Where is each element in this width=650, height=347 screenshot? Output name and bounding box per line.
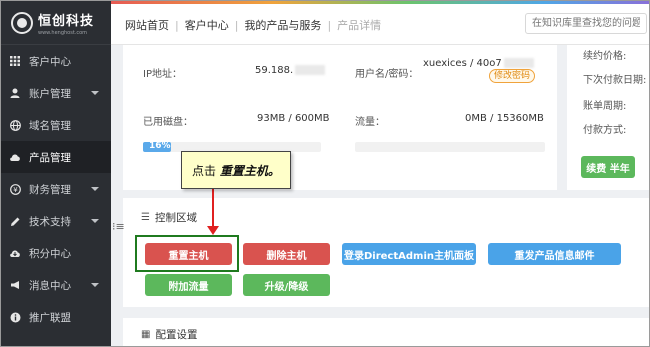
list-handle-icon: ⁝≡ [112,220,125,233]
sidebar-item-label: 账户管理 [29,87,71,100]
callout-arrow-line [212,189,214,229]
account-value-text: xuexices / 40o7 [423,58,502,69]
globe-icon [9,119,21,131]
logo-text: 恒创科技 www.henghost.com [38,10,94,36]
sidebar-item-products[interactable]: 产品管理 [1,141,111,173]
sidebar-item-label: 产品管理 [29,151,71,164]
breadcrumb-customer-center[interactable]: 客户中心 [185,17,229,33]
chevron-down-icon [91,187,99,191]
account-value: xuexices / 40o7 [423,58,534,69]
instruction-callout: 点击 重置主机。 [181,151,291,189]
user-icon [9,87,21,99]
upgrade-downgrade-button[interactable]: 升级/降级 [243,274,330,296]
yen-icon: ¥ [9,183,21,195]
sidebar-item-points[interactable]: 积分中心 [1,237,111,269]
table-icon: ▦ [141,329,151,340]
payment-method-label: 付款方式: [583,125,627,136]
sidebar-item-messages[interactable]: 消息中心 [1,269,111,301]
sidebar-item-customer-center[interactable]: 客户中心 [1,45,111,77]
info-icon [9,311,21,323]
grid-icon [9,55,21,67]
sidebar-item-finance[interactable]: ¥ 财务管理 [1,173,111,205]
control-area-title-text: 控制区域 [154,212,197,224]
traffic-value: 0MB / 15360MB [465,113,544,124]
megaphone-icon [9,279,21,291]
disk-value: 93MB / 600MB [257,113,330,124]
redacted-mask [503,58,534,68]
accent-stripe [111,1,649,4]
search-input[interactable] [525,13,647,34]
pencil-icon [9,215,21,227]
sidebar-item-label: 消息中心 [29,279,71,292]
next-due-label: 下次付款日期: [583,75,647,86]
ip-label: IP地址： [143,69,182,80]
traffic-label: 流量： [355,117,385,128]
renew-button[interactable]: 续费 半年 [581,156,635,178]
disk-label: 已用磁盘： [143,117,193,128]
logo[interactable]: 恒创科技 www.henghost.com [1,1,111,45]
top-bar: 网站首页 | 客户中心 | 我的产品与服务 | 产品详情 [111,1,649,45]
sidebar-item-label: 客户中心 [29,55,71,68]
sidebar-item-label: 推广联盟 [29,311,71,324]
callout-action: 重置主机。 [219,164,280,178]
control-area-title: ☰ 控制区域 [141,210,197,225]
sidebar-item-label: 技术支持 [29,215,71,228]
sidebar-item-support[interactable]: 技术支持 [1,205,111,237]
sidebar-item-label: 域名管理 [29,119,71,132]
billing-cycle-label: 账单周期: [583,101,627,112]
list-icon: ☰ [141,212,150,223]
resend-product-email-button[interactable]: 重发产品信息邮件 [488,243,621,265]
svg-text:¥: ¥ [13,186,18,194]
breadcrumb-separator: | [234,18,239,32]
highlight-box [135,235,239,272]
app-frame: 恒创科技 www.henghost.com 客户中心 账户管理 域名管理 产品管… [0,0,650,347]
breadcrumb: 网站首页 | 客户中心 | 我的产品与服务 | 产品详情 [125,17,381,33]
config-title-text: 配置设置 [155,329,198,341]
breadcrumb-my-products[interactable]: 我的产品与服务 [244,17,321,33]
disk-progress-text: 16% [149,141,171,151]
logo-icon [11,11,33,34]
logo-subtitle: www.henghost.com [38,29,88,36]
sidebar-item-label: 财务管理 [29,183,71,196]
ip-value: 59.188. [255,65,326,76]
sidebar-item-label: 积分中心 [29,247,71,260]
sidebar-item-affiliate[interactable]: 推广联盟 [1,301,111,333]
cloud-icon [9,151,21,163]
config-title: ▦ 配置设置 [141,327,197,342]
sidebar-item-domain[interactable]: 域名管理 [1,109,111,141]
traffic-progress-bar [355,142,545,152]
logo-title: 恒创科技 [38,13,95,29]
login-directadmin-button[interactable]: 登录DirectAdmin主机面板 [342,243,476,265]
breadcrumb-separator: | [175,18,179,32]
chevron-down-icon [91,283,99,287]
account-label: 用户名/密码： [355,69,419,80]
callout-arrow-head [207,226,219,235]
breadcrumb-separator: | [327,18,332,32]
modify-password-link[interactable]: 修改密码 [489,69,536,83]
ip-value-text: 59.188. [255,65,294,76]
cloud-download-icon [9,247,21,259]
breadcrumb-home[interactable]: 网站首页 [125,17,169,33]
chevron-down-icon [91,219,99,223]
add-traffic-button[interactable]: 附加流量 [145,274,232,296]
breadcrumb-current: 产品详情 [337,19,382,32]
chevron-down-icon [91,91,99,95]
config-card: ▦ 配置设置 [123,318,649,346]
sidebar-item-account[interactable]: 账户管理 [1,77,111,109]
sidebar: 恒创科技 www.henghost.com 客户中心 账户管理 域名管理 产品管… [1,1,111,346]
callout-prefix: 点击 [192,164,220,178]
sidebar-nav: 客户中心 账户管理 域名管理 产品管理 ¥ 财务管理 技术支持 积分中心 消息中… [1,45,111,333]
renew-price-label: 续约价格: [583,51,627,62]
redacted-mask [295,65,326,75]
delete-host-button[interactable]: 删除主机 [243,243,330,265]
